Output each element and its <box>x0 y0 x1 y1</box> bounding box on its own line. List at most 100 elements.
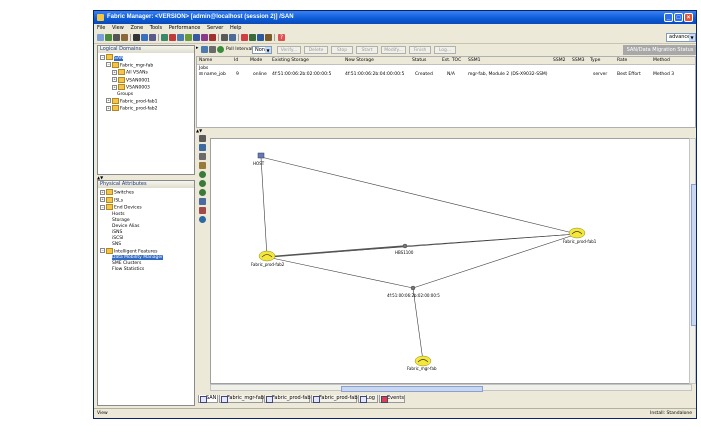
menu-file[interactable]: File <box>97 25 105 31</box>
find-icon[interactable] <box>113 34 120 41</box>
tree-item-fabric-prod2[interactable]: Fabric_prod-fab2 <box>120 107 158 112</box>
scroll-thumb[interactable] <box>341 386 483 392</box>
link-hbs-fab1[interactable] <box>404 233 578 247</box>
menu-view[interactable]: View <box>112 25 124 31</box>
tab-log[interactable]: Log <box>358 395 378 403</box>
finish-button[interactable]: Finish <box>409 46 431 54</box>
map-splitter[interactable]: ▲▼ <box>196 129 206 133</box>
cloud-icon[interactable] <box>258 250 276 262</box>
link-host-fab2[interactable] <box>260 156 268 258</box>
cloud-icon[interactable] <box>414 355 432 367</box>
tree-item-storage[interactable]: Storage <box>112 218 130 223</box>
open-icon[interactable] <box>97 34 104 41</box>
tree-item-isns[interactable]: iSNS <box>112 230 122 235</box>
col-name[interactable]: Name <box>199 57 212 64</box>
tab-fabric-prod1[interactable]: Fabric_prod-fab1 <box>264 395 314 403</box>
expand-icon[interactable]: + <box>106 98 111 103</box>
zoom-out-icon[interactable] <box>199 180 206 187</box>
report-icon[interactable] <box>209 34 216 41</box>
maximize-button[interactable]: □ <box>674 13 683 22</box>
help-icon[interactable]: ? <box>278 34 285 41</box>
tree-item-hosts[interactable]: Hosts <box>112 212 125 217</box>
menu-zone[interactable]: Zone <box>130 25 143 31</box>
tree-item-fabric-mgr[interactable]: Fabric_mgr-fab <box>120 63 153 68</box>
horizontal-scrollbar[interactable] <box>210 384 692 392</box>
tools-icon[interactable] <box>265 34 272 41</box>
col-rate[interactable]: Rate <box>617 57 627 64</box>
tree-item-device-alias[interactable]: Device Alias <box>112 224 140 229</box>
link-wwn-mgr[interactable] <box>412 287 424 362</box>
tree-item-vsan0001[interactable]: VSAN0001 <box>126 78 150 83</box>
alert-icon[interactable] <box>241 34 248 41</box>
vertical-scrollbar[interactable] <box>689 138 696 384</box>
expand-icon[interactable]: + <box>112 69 117 75</box>
tree-item-isls[interactable]: ISLs <box>114 198 123 203</box>
title-bar[interactable]: Fabric Manager: <VERSION> [admin@localho… <box>94 11 696 24</box>
collapse-icon[interactable]: − <box>100 248 105 253</box>
view-mode-select[interactable]: advanced ▼ <box>666 33 696 42</box>
settings-icon[interactable] <box>121 34 128 41</box>
menu-tools[interactable]: Tools <box>150 25 162 31</box>
close-button[interactable]: × <box>684 13 693 22</box>
col-ssm3[interactable]: SSM3 <box>572 57 584 64</box>
expand-icon[interactable]: + <box>100 197 105 202</box>
group-icon[interactable] <box>199 162 206 169</box>
tree-item-end-devices[interactable]: End Devices <box>114 206 142 211</box>
print-table-icon[interactable] <box>209 46 216 53</box>
device-manager-icon[interactable] <box>161 34 168 41</box>
col-status[interactable]: Status <box>412 57 426 64</box>
tree-item-sme-clusters[interactable]: SME Clusters <box>112 261 141 266</box>
expand-icon[interactable]: + <box>112 77 117 82</box>
tree-item-switches[interactable]: Switches <box>114 191 134 196</box>
tree-item-groups[interactable]: Groups <box>117 92 133 97</box>
print-map-icon[interactable] <box>199 135 206 142</box>
link-wwn-fab1[interactable] <box>412 233 578 289</box>
tree-item-sns[interactable]: SNS <box>112 242 121 247</box>
find-device-icon[interactable] <box>199 216 206 223</box>
switch-icon[interactable] <box>177 34 184 41</box>
tree-item-san[interactable]: SAN <box>114 55 124 61</box>
delete-button[interactable]: Delete <box>304 46 328 54</box>
refresh-table-icon[interactable] <box>217 46 224 53</box>
license-icon[interactable] <box>249 34 256 41</box>
table-row[interactable]: ⊟ name_job 9 online 4f:51:00:06:2b:02:00… <box>197 71 695 78</box>
storage-icon[interactable] <box>410 285 416 291</box>
collapse-icon[interactable]: − <box>106 62 111 67</box>
link-fab2-hbs[interactable] <box>266 245 406 258</box>
tab-fabric-mgr[interactable]: Fabric_mgr-fab <box>219 395 264 403</box>
tree-item-flow-statistics[interactable]: Flow Statistics <box>112 267 144 272</box>
refresh-icon[interactable] <box>105 34 112 41</box>
fabric-icon[interactable] <box>185 34 192 41</box>
cloud-icon[interactable] <box>568 227 586 239</box>
tab-san[interactable]: SAN <box>198 395 218 403</box>
row-expand-icon[interactable]: ⊟ <box>199 71 203 78</box>
expand-icon[interactable]: + <box>100 189 105 195</box>
tree-item-intelligent-features[interactable]: Intelligent Features <box>114 249 157 254</box>
link-fab2-wwn[interactable] <box>266 256 414 289</box>
col-method[interactable]: Method <box>653 57 670 64</box>
col-type[interactable]: Type <box>590 57 600 64</box>
topology-map[interactable]: HOST Fabric_prod-fab2 Fabric_prod-fab1 H… <box>210 138 692 384</box>
col-id[interactable]: Id <box>234 57 238 64</box>
events-icon[interactable] <box>229 34 236 41</box>
tree-item-iscsi[interactable]: iSCSI <box>112 236 123 241</box>
save-layout-icon[interactable] <box>199 144 206 151</box>
start-button[interactable]: Start <box>356 46 378 54</box>
export-icon[interactable] <box>201 46 208 53</box>
stop-button[interactable]: Stop <box>331 46 353 54</box>
zoom-fit-icon[interactable] <box>199 189 206 196</box>
collapse-icon[interactable]: − <box>100 204 105 210</box>
vsan-icon[interactable] <box>149 34 156 41</box>
alarm-icon[interactable] <box>169 34 176 41</box>
col-ssm2[interactable]: SSM2 <box>553 57 565 64</box>
expand-icon[interactable]: + <box>112 84 117 90</box>
menu-performance[interactable]: Performance <box>169 25 201 31</box>
expand-icon[interactable]: + <box>106 105 111 111</box>
storage-icon[interactable] <box>402 243 408 249</box>
tab-fabric-prod2[interactable]: Fabric_prod-fab2 <box>311 395 361 403</box>
col-mode[interactable]: Mode <box>250 57 262 64</box>
modify-button[interactable]: Modify... <box>381 46 406 54</box>
performance-icon[interactable] <box>201 34 208 41</box>
col-new-storage[interactable]: New Storage <box>345 57 374 64</box>
tree-item-all-vsans[interactable]: All VSANs <box>126 71 148 76</box>
